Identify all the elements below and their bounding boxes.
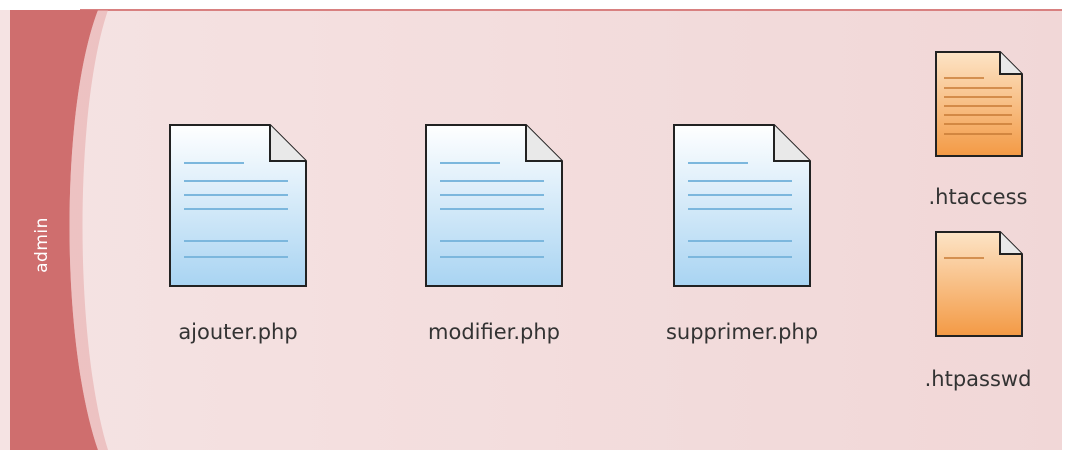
diagram-canvas: admin ajouter.php modifier.php supprimer…	[0, 0, 1071, 450]
file-label-modifier: modifier.php	[428, 320, 560, 344]
config-file-icon	[935, 51, 1023, 157]
file-label-htaccess: .htaccess	[928, 185, 1028, 209]
config-file-icon	[935, 231, 1023, 337]
file-icon-htpasswd[interactable]	[934, 230, 1024, 338]
file-icon-ajouter[interactable]	[168, 123, 308, 288]
php-file-icon	[169, 124, 307, 287]
php-file-icon	[673, 124, 811, 287]
file-label-ajouter: ajouter.php	[178, 320, 298, 344]
php-file-icon	[425, 124, 563, 287]
file-label-htpasswd: .htpasswd	[924, 367, 1032, 391]
file-icon-htaccess[interactable]	[934, 50, 1024, 158]
file-label-supprimer: supprimer.php	[665, 320, 819, 344]
folder-label: admin	[32, 217, 52, 273]
file-icon-supprimer[interactable]	[672, 123, 812, 288]
file-icon-modifier[interactable]	[424, 123, 564, 288]
